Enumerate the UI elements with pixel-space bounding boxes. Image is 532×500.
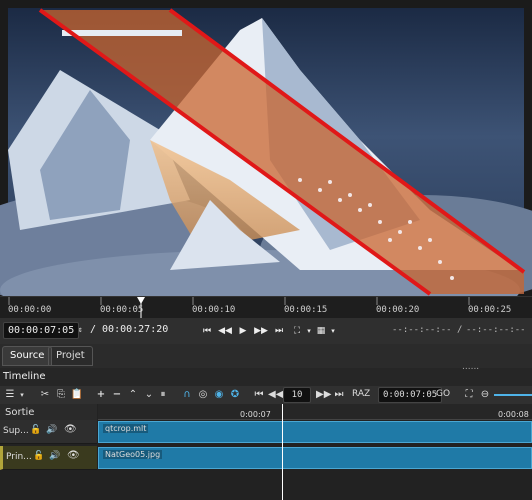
- timeline-tracks: Sortie 0:00:07 0:00:08 Sup... 🔓 🔊 👁 qtcr…: [0, 404, 532, 500]
- fast-forward-icon[interactable]: ▶▶: [316, 388, 331, 402]
- play-icon[interactable]: ▶: [236, 324, 250, 338]
- timeline-ruler-label: 0:00:07: [240, 410, 271, 419]
- output-header: Sortie: [0, 404, 97, 420]
- goto-timecode-input[interactable]: 0:00:07:05: [378, 387, 443, 403]
- rewind-icon[interactable]: ◀◀: [268, 388, 283, 402]
- tab-source[interactable]: Source: [2, 346, 53, 366]
- ruler-tick: 00:00:20: [376, 305, 420, 315]
- timeline-ruler-label: 0:00:08: [498, 410, 529, 419]
- mute-icon[interactable]: 🔊: [49, 451, 60, 461]
- split-icon[interactable]: ⏸: [156, 388, 170, 402]
- skip-start-icon[interactable]: ⏮: [200, 324, 214, 338]
- zoom-fit-icon[interactable]: ⛶: [462, 388, 476, 402]
- ripple-all-icon[interactable]: ✪: [228, 388, 242, 402]
- remove-icon[interactable]: −: [110, 388, 124, 402]
- eye-icon[interactable]: 👁: [64, 424, 77, 435]
- reset-button[interactable]: RAZ: [352, 389, 370, 399]
- current-timecode[interactable]: 00:00:07:05: [3, 322, 80, 339]
- output-label: Sortie: [5, 407, 35, 418]
- mute-icon[interactable]: 🔊: [46, 425, 57, 435]
- panel-tabs: Source Projet: [0, 344, 532, 368]
- track-header[interactable]: Sup... 🔓 🔊 👁: [0, 420, 97, 444]
- timecode-stepper-icon[interactable]: ⇕: [78, 325, 83, 334]
- timeline-clip[interactable]: NatGeo05.jpg: [98, 447, 532, 469]
- tab-project[interactable]: Projet: [48, 346, 93, 366]
- eye-icon[interactable]: 👁: [67, 450, 80, 461]
- track-name: Sup...: [3, 426, 29, 436]
- append-icon[interactable]: +: [94, 388, 108, 402]
- ruler-ticks: [8, 297, 470, 319]
- transport-bar: 00:00:07:05 ⇕ / 00:00:27:20 ⏮ ◀◀ ▶ ▶▶ ⏭ …: [0, 318, 532, 344]
- playhead[interactable]: [282, 404, 283, 500]
- step-input[interactable]: 10: [283, 387, 311, 403]
- timeline-toolbar: ☰ ▾ ✂ ⎘ 📋 + − ⌃ ⌄ ⏸ ∩ ◎ ◉ ✪ ⏮ ◀◀ 10 ▶▶ ⏭…: [0, 386, 532, 404]
- timeline-title: Timeline: [3, 371, 46, 382]
- ruler-tick: 00:00:05: [100, 305, 144, 315]
- preview-image: [0, 8, 532, 296]
- ruler-tick: 00:00:00: [8, 305, 52, 315]
- zoom-slider[interactable]: [494, 394, 532, 396]
- video-preview[interactable]: [0, 0, 532, 296]
- skip-start-icon[interactable]: ⏮: [252, 388, 266, 402]
- in-point: --:--:--:-- /: [392, 325, 463, 335]
- skip-end-icon[interactable]: ⏭: [272, 324, 286, 338]
- copy-icon[interactable]: ⎘: [54, 388, 68, 402]
- overwrite-icon[interactable]: ⌄: [142, 388, 156, 402]
- ruler-tick: 00:00:10: [192, 305, 236, 315]
- lock-icon[interactable]: 🔓: [30, 425, 41, 435]
- snap-icon[interactable]: ∩: [180, 388, 194, 402]
- go-button[interactable]: GO: [436, 389, 450, 399]
- preview-ruler[interactable]: 00:00:00 00:00:05 00:00:10 00:00:15 00:0…: [0, 296, 532, 319]
- timeline-ruler[interactable]: 0:00:07 0:00:08: [98, 404, 532, 420]
- skip-end-icon[interactable]: ⏭: [332, 388, 346, 402]
- total-timecode: / 00:00:27:20: [90, 324, 169, 335]
- lift-icon[interactable]: ⌃: [126, 388, 140, 402]
- ruler-tick: 00:00:25: [468, 305, 512, 315]
- timeline-clip[interactable]: qtcrop.mlt: [98, 421, 532, 443]
- dock-handle[interactable]: ......: [462, 362, 479, 372]
- out-point: --:--:--:--: [466, 325, 526, 335]
- clip-label: NatGeo05.jpg: [103, 450, 163, 459]
- scrub-icon[interactable]: ◎: [196, 388, 210, 402]
- paste-icon[interactable]: 📋: [70, 388, 84, 402]
- clip-label: qtcrop.mlt: [103, 424, 149, 433]
- fast-forward-icon[interactable]: ▶▶: [254, 324, 268, 338]
- cut-icon[interactable]: ✂: [38, 388, 52, 402]
- chevron-down-icon[interactable]: ▾: [15, 388, 29, 402]
- track-header[interactable]: Prin... 🔓 🔊 👁: [0, 446, 97, 470]
- rewind-icon[interactable]: ◀◀: [218, 324, 232, 338]
- zoom-out-icon[interactable]: ⊖: [478, 388, 492, 402]
- timeline-header: Timeline ......: [0, 362, 532, 386]
- ripple-icon[interactable]: ◉: [212, 388, 226, 402]
- ruler-tick: 00:00:15: [284, 305, 328, 315]
- track-name: Prin...: [6, 452, 32, 462]
- lock-icon[interactable]: 🔓: [33, 451, 44, 461]
- chevron-down-icon[interactable]: ▾: [326, 324, 340, 338]
